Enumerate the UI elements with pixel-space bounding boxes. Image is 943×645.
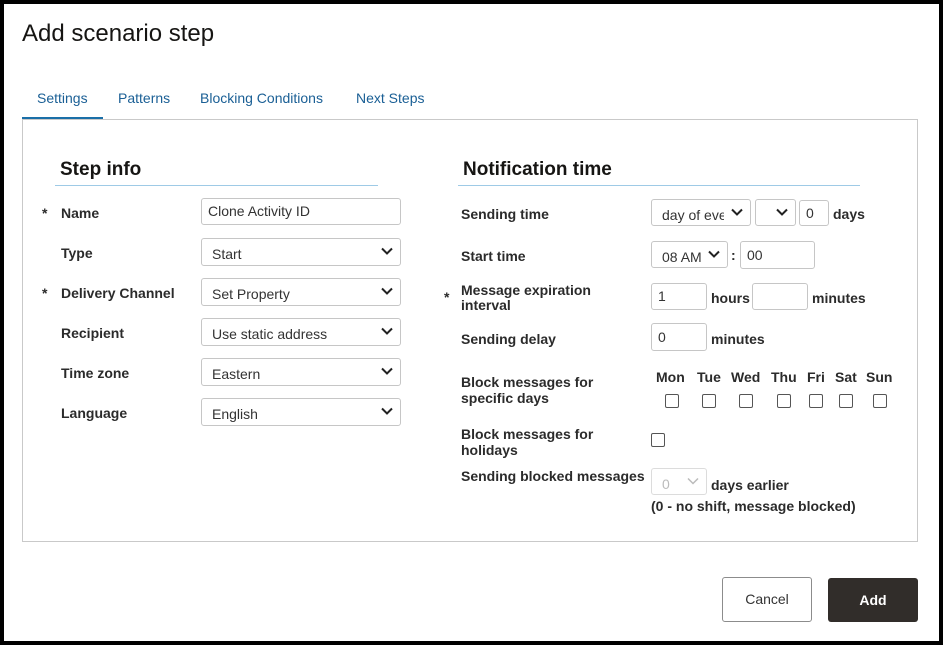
time-zone-label: Time zone (61, 365, 130, 381)
day-label-mon: Mon (656, 369, 685, 385)
block-mon-checkbox[interactable] (665, 394, 679, 408)
step-info-rule (55, 185, 378, 186)
add-button[interactable]: Add (828, 578, 918, 622)
blocked-messages-days-value: 0 (662, 476, 670, 492)
type-label: Type (61, 245, 93, 261)
block-holidays-label-line1: Block messages for (461, 426, 594, 442)
block-holidays-label-line2: holidays (461, 442, 518, 458)
language-label: Language (61, 405, 128, 421)
sending-delay-unit: minutes (711, 331, 765, 347)
sending-delay-label: Sending delay (461, 331, 556, 347)
expiration-minutes-unit: minutes (812, 290, 866, 306)
chevron-down-icon (687, 477, 699, 485)
block-fri-checkbox[interactable] (809, 394, 823, 408)
chevron-down-icon (776, 208, 788, 216)
sending-time-period-select[interactable]: day of eve (651, 199, 751, 226)
start-time-separator: : (731, 247, 736, 263)
name-field[interactable]: Clone Activity ID (201, 198, 401, 225)
blocked-messages-unit: days earlier (711, 477, 789, 493)
day-label-wed: Wed (731, 369, 761, 385)
tab-next-steps[interactable]: Next Steps (356, 90, 424, 106)
time-zone-select[interactable]: Eastern (201, 358, 401, 386)
expiration-label-line1: Message expiration (461, 282, 591, 298)
blocked-messages-days-select[interactable]: 0 (651, 468, 707, 495)
block-wed-checkbox[interactable] (739, 394, 753, 408)
start-time-label: Start time (461, 248, 526, 264)
time-zone-value: Eastern (212, 366, 261, 382)
recipient-label: Recipient (61, 325, 125, 341)
tab-settings[interactable]: Settings (37, 90, 88, 106)
block-days-label-line1: Block messages for (461, 374, 594, 390)
sending-time-period-value: day of eve (662, 207, 724, 223)
language-select[interactable]: English (201, 398, 401, 426)
type-select[interactable]: Start (201, 238, 401, 266)
delivery-channel-label: Delivery Channel (61, 285, 175, 301)
notification-time-heading: Notification time (463, 159, 612, 180)
sending-delay-field[interactable]: 0 (651, 323, 707, 351)
day-label-fri: Fri (807, 369, 825, 385)
chevron-down-icon (381, 247, 393, 255)
day-label-thu: Thu (771, 369, 797, 385)
name-required-mark: * (42, 205, 48, 221)
step-info-heading: Step info (60, 159, 142, 180)
delivery-channel-required-mark: * (42, 285, 48, 301)
block-tue-checkbox[interactable] (702, 394, 716, 408)
sending-time-label: Sending time (461, 206, 549, 222)
blocked-messages-note: (0 - no shift, message blocked) (651, 498, 856, 514)
dialog-title: Add scenario step (22, 20, 215, 47)
name-label: Name (61, 205, 100, 221)
expiration-hours-unit: hours (711, 290, 750, 306)
language-value: English (212, 406, 258, 422)
block-holidays-checkbox[interactable] (651, 433, 665, 447)
block-thu-checkbox[interactable] (777, 394, 791, 408)
day-label-sat: Sat (835, 369, 857, 385)
block-sat-checkbox[interactable] (839, 394, 853, 408)
sending-time-day-select[interactable] (755, 199, 796, 226)
notification-time-rule (458, 185, 860, 186)
recipient-value: Use static address (212, 326, 328, 342)
blocked-messages-label: Sending blocked messages (461, 468, 645, 484)
chevron-down-icon (381, 327, 393, 335)
sending-time-days-unit: days (833, 206, 865, 222)
expiration-hours-field[interactable]: 1 (651, 283, 707, 310)
expiration-label-line2: interval (461, 297, 511, 313)
start-time-minutes-field[interactable]: 00 (740, 241, 815, 269)
block-days-label-line2: specific days (461, 390, 549, 406)
cancel-button[interactable]: Cancel (722, 577, 812, 622)
start-time-hour-select[interactable]: 08 AM (651, 241, 728, 268)
delivery-channel-select[interactable]: Set Property (201, 278, 401, 306)
expiration-required-mark: * (444, 289, 450, 305)
recipient-select[interactable]: Use static address (201, 318, 401, 346)
block-sun-checkbox[interactable] (873, 394, 887, 408)
tab-patterns[interactable]: Patterns (118, 90, 170, 106)
day-label-sun: Sun (866, 369, 893, 385)
chevron-down-icon (381, 367, 393, 375)
expiration-minutes-field[interactable] (752, 283, 808, 310)
chevron-down-icon (731, 208, 743, 216)
sending-time-days-field[interactable]: 0 (799, 200, 829, 226)
chevron-down-icon (381, 287, 393, 295)
chevron-down-icon (381, 407, 393, 415)
chevron-down-icon (708, 250, 720, 258)
type-value: Start (212, 246, 242, 262)
day-label-tue: Tue (697, 369, 721, 385)
start-time-hour-value: 08 AM (662, 249, 702, 265)
tab-blocking-conditions[interactable]: Blocking Conditions (200, 90, 323, 106)
delivery-channel-value: Set Property (212, 286, 290, 302)
